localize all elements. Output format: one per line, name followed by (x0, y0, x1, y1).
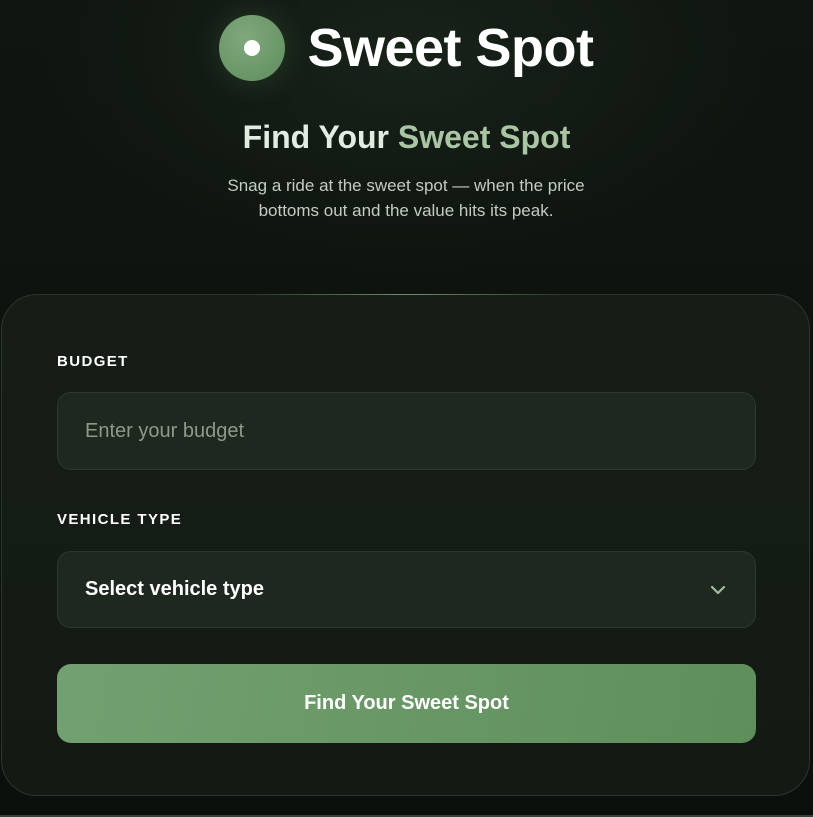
budget-input[interactable] (58, 393, 755, 469)
find-sweet-spot-button[interactable]: Find Your Sweet Spot (57, 664, 756, 743)
brand-header: Sweet Spot (0, 13, 813, 83)
page-title: Find Your Sweet Spot (0, 117, 813, 157)
search-form-card: BUDGET VEHICLE TYPE Select vehicle type … (1, 294, 810, 796)
brand-name: Sweet Spot (307, 18, 594, 78)
page-subtitle: Snag a ride at the sweet spot — when the… (227, 176, 585, 220)
page-title-accent: Sweet Spot (397, 119, 571, 155)
budget-label: BUDGET (57, 353, 129, 370)
logo (219, 15, 286, 81)
chevron-down-icon (708, 580, 728, 600)
budget-field-container (57, 392, 756, 470)
page-title-part1: Find Your (242, 119, 389, 155)
target-dot-icon (244, 40, 261, 56)
vehicle-type-selected-value: Select vehicle type (85, 578, 264, 600)
page: Sweet Spot Find Your Sweet Spot Snag a r… (0, 0, 813, 817)
vehicle-type-label: VEHICLE TYPE (57, 511, 183, 528)
vehicle-type-select[interactable]: Select vehicle type (57, 551, 756, 628)
